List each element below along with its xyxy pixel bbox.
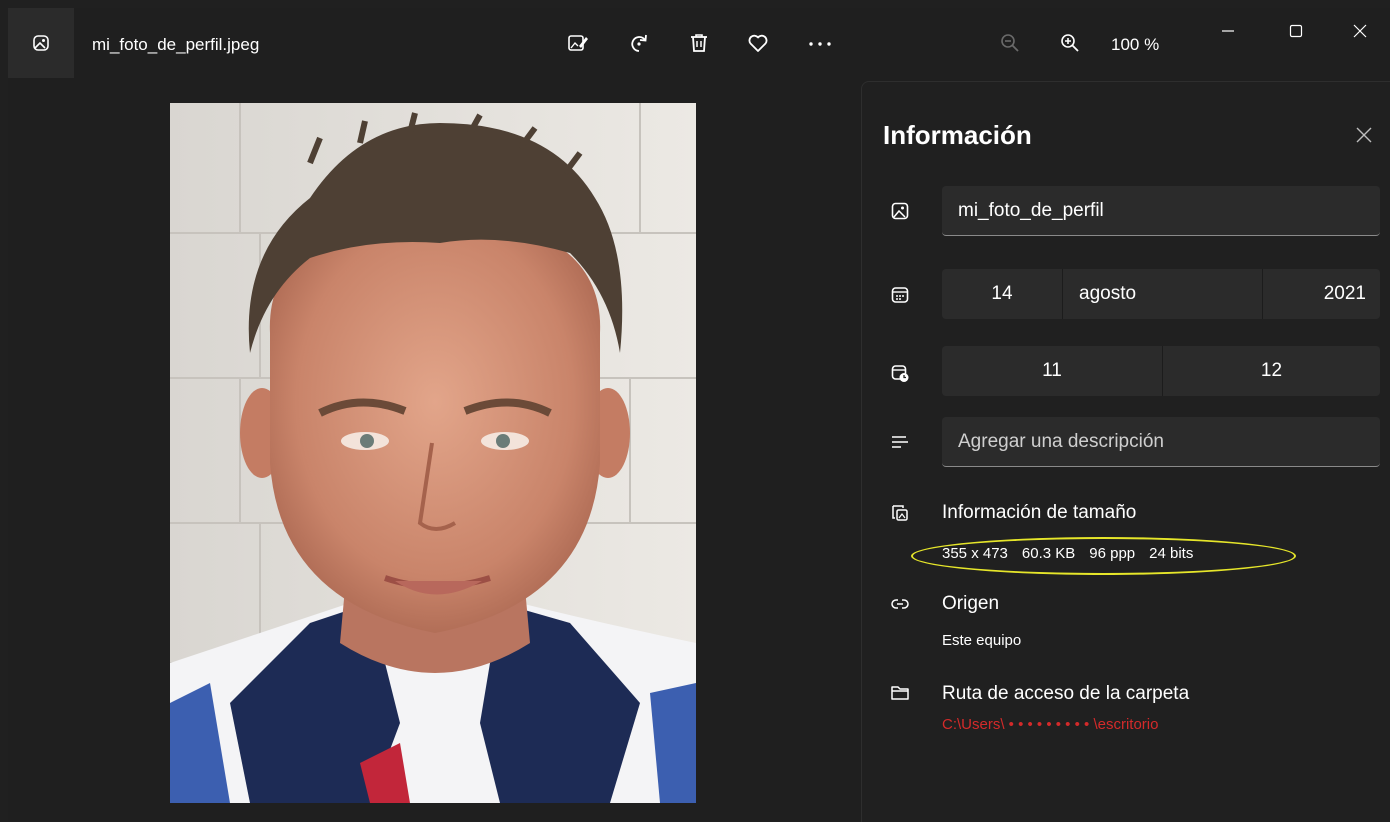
more-options-button[interactable] [805, 28, 835, 58]
date-month[interactable]: agosto [1062, 269, 1262, 319]
photo-viewer-image[interactable] [170, 103, 696, 803]
title-bar: mi_foto_de_perfil.jpeg 100 % [8, 8, 1390, 78]
zoom-in-button[interactable] [1055, 28, 1085, 58]
calendar-icon [889, 284, 911, 306]
file-name: mi_foto_de_perfil.jpeg [92, 35, 260, 54]
bit-depth: 24 bits [1149, 545, 1194, 562]
favorite-icon [748, 34, 768, 52]
more-icon [809, 42, 831, 46]
edit-image-icon [568, 35, 588, 51]
description-placeholder: Agregar una descripción [958, 430, 1164, 452]
minimize-icon [1222, 30, 1234, 32]
maximize-icon [1289, 24, 1303, 38]
zoom-out-button[interactable] [995, 28, 1025, 58]
panel-title: Información [883, 120, 1032, 150]
time-picker[interactable]: 11 12 [942, 346, 1380, 396]
info-panel: Información mi_foto_de_perfil 14 agosto … [861, 81, 1390, 822]
photos-app-window: mi_foto_de_perfil.jpeg 100 % Información… [8, 8, 1390, 822]
date-day[interactable]: 14 [942, 269, 1062, 319]
delete-icon [691, 34, 707, 52]
link-icon [889, 593, 911, 615]
close-icon [1353, 24, 1367, 38]
zoom-level[interactable]: 100 % [1111, 35, 1159, 55]
zoom-in-icon [1061, 34, 1079, 52]
photos-app-icon [33, 35, 49, 51]
size-info-icon [889, 502, 911, 524]
folder-path-heading: Ruta de acceso de la carpeta [942, 683, 1190, 704]
image-dpi: 96 ppp [1089, 545, 1136, 562]
portrait-photo [170, 103, 696, 803]
time-minute[interactable]: 12 [1162, 346, 1380, 396]
close-icon [1356, 127, 1372, 143]
close-window-button[interactable] [1337, 12, 1383, 50]
folder-path-link[interactable]: C:\Users\ • • • • • • • • • \escritorio [942, 716, 1158, 733]
maximize-button[interactable] [1273, 12, 1319, 50]
origin-heading: Origen [942, 593, 1000, 614]
file-name-value: mi_foto_de_perfil [958, 199, 1104, 221]
edit-image-button[interactable] [563, 28, 593, 58]
minimize-button[interactable] [1205, 12, 1251, 50]
delete-button[interactable] [684, 28, 714, 58]
time-hour[interactable]: 11 [942, 346, 1162, 396]
file-size: 60.3 KB [1021, 545, 1076, 562]
rotate-button[interactable] [624, 28, 654, 58]
zoom-out-icon [1001, 34, 1019, 52]
date-year[interactable]: 2021 [1262, 269, 1380, 319]
app-icon[interactable] [8, 8, 74, 78]
file-name-field[interactable]: mi_foto_de_perfil [942, 186, 1380, 236]
description-input[interactable]: Agregar una descripción [942, 417, 1380, 467]
favorite-button[interactable] [743, 28, 773, 58]
image-dimensions: 355 x 473 [942, 545, 1008, 562]
rotate-icon [631, 34, 647, 52]
size-info-heading: Información de tamaño [942, 502, 1137, 523]
description-icon [889, 432, 911, 454]
date-picker[interactable]: 14 agosto 2021 [942, 269, 1380, 319]
clock-calendar-icon [889, 362, 911, 384]
close-panel-button[interactable] [1351, 122, 1377, 148]
size-details: 355 x 473 60.3 KB 96 ppp 24 bits [942, 545, 1207, 562]
origin-value: Este equipo [942, 632, 1022, 649]
folder-icon [889, 682, 911, 704]
image-icon [889, 200, 911, 222]
